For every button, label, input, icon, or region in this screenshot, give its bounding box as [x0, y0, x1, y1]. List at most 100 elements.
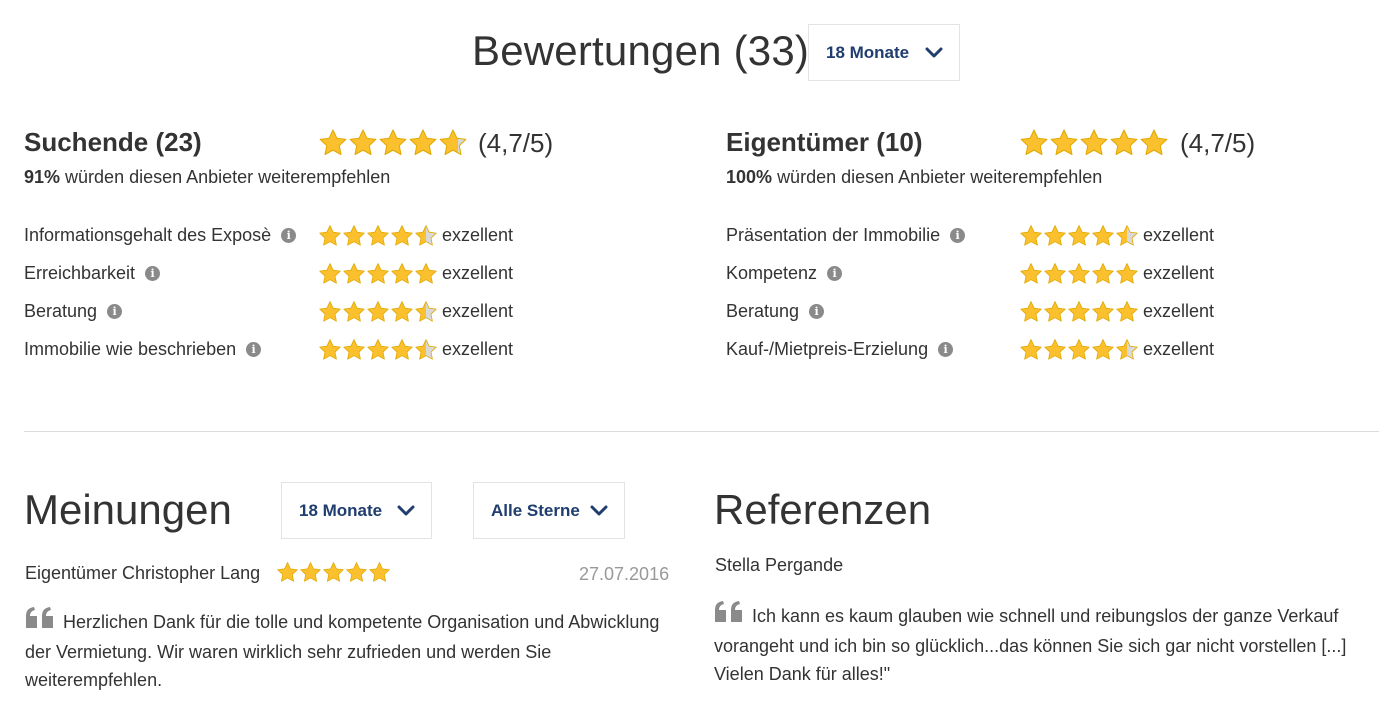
criteria-label: Erreichbarkeit i: [24, 263, 161, 284]
criteria-stars: [1019, 338, 1139, 362]
owners-recommend: 100% würden diesen Anbieter weiterempfeh…: [726, 167, 1102, 188]
star-icon: [319, 225, 341, 246]
star-icon: [1044, 301, 1066, 322]
star-icon: [319, 129, 347, 155]
criteria-label: Immobilie wie beschrieben i: [24, 339, 262, 360]
star-icon: [1050, 129, 1078, 155]
star-icon: [391, 263, 413, 284]
quote-icon: [25, 606, 55, 638]
review-author: Eigentümer Christopher Lang: [25, 563, 261, 583]
criteria-value: exzellent: [1143, 339, 1215, 359]
chevron-down-icon: [590, 505, 608, 517]
star-icon: [1110, 129, 1138, 155]
opinions-period-dropdown[interactable]: 18 Monate: [281, 482, 432, 539]
opinions-period-label: 18 Monate: [299, 500, 383, 520]
seekers-recommend: 91% würden diesen Anbieter weiterempfehl…: [24, 167, 390, 188]
star-icon: [379, 129, 407, 155]
star-icon: [319, 301, 341, 322]
criteria-label-text: Präsentation der Immobilie: [726, 225, 941, 245]
star-icon: [319, 339, 341, 360]
star-icon: [367, 301, 389, 322]
quote-icon: [714, 600, 744, 632]
seekers-recommend-percent: 91%: [24, 167, 61, 187]
reference-text: Ich kann es kaum glauben wie schnell und…: [714, 606, 1347, 684]
review-text: Herzlichen Dank für die tolle und kompet…: [25, 612, 660, 690]
star-icon: [1068, 263, 1090, 284]
criteria-value: exzellent: [1143, 225, 1215, 245]
star-icon: [369, 562, 390, 582]
star-icon: [415, 263, 437, 284]
star-icon: [409, 129, 437, 155]
star-icon: [1080, 129, 1108, 155]
criteria-label-text: Erreichbarkeit: [24, 263, 136, 283]
criteria-label-text: Beratung: [24, 301, 98, 321]
criteria-stars: [318, 338, 438, 362]
references-title: Referenzen: [714, 486, 932, 533]
star-icon: [367, 339, 389, 360]
owners-recommend-text: würden diesen Anbieter weiterempfehlen: [777, 167, 1103, 187]
criteria-label: Kompetenz i: [726, 263, 843, 284]
info-icon[interactable]: i: [938, 342, 954, 357]
info-icon[interactable]: i: [809, 304, 825, 319]
chevron-down-icon: [397, 505, 415, 517]
criteria-label-text: Kauf-/Mietpreis-Erzielung: [726, 339, 929, 359]
criteria-value: exzellent: [442, 225, 514, 245]
star-icon: [1116, 301, 1138, 322]
criteria-label-text: Informationsgehalt des Exposè: [24, 225, 272, 245]
criteria-value: exzellent: [442, 301, 514, 321]
star-icon: [1068, 225, 1090, 246]
star-icon: [1092, 339, 1114, 360]
star-icon: [1092, 263, 1114, 284]
seekers-recommend-text: würden diesen Anbieter weiterempfehlen: [65, 167, 391, 187]
criteria-label-text: Kompetenz: [726, 263, 818, 283]
chevron-down-icon: [925, 47, 943, 59]
seekers-overall-stars: [318, 128, 468, 158]
star-icon: [277, 562, 298, 582]
star-icon: [1116, 339, 1138, 360]
star-icon: [343, 263, 365, 284]
star-icon: [300, 562, 321, 582]
info-icon[interactable]: i: [950, 228, 966, 243]
criteria-value: exzellent: [1143, 263, 1215, 283]
seekers-title: Suchende (23): [24, 127, 202, 157]
criteria-value: exzellent: [442, 263, 514, 283]
owners-recommend-percent: 100%: [726, 167, 773, 187]
star-icon: [319, 263, 341, 284]
review-date: 27.07.2016: [579, 564, 670, 584]
owners-title: Eigentümer (10): [726, 127, 923, 157]
star-icon: [415, 339, 437, 360]
period-dropdown[interactable]: 18 Monate: [808, 24, 960, 81]
opinions-stars-dropdown[interactable]: Alle Sterne: [473, 482, 625, 539]
criteria-stars: [1019, 300, 1139, 324]
owners-score: (4,7/5): [1180, 128, 1256, 158]
review-quote: Herzlichen Dank für die tolle und kompet…: [25, 606, 685, 694]
star-icon: [1020, 129, 1048, 155]
criteria-stars: [1019, 262, 1139, 286]
star-icon: [415, 225, 437, 246]
star-icon: [439, 129, 467, 155]
owners-overall-stars: [1019, 128, 1169, 158]
seekers-score: (4,7/5): [478, 128, 554, 158]
page-title: Bewertungen (33): [472, 27, 810, 74]
reference-author: Stella Pergande: [715, 555, 844, 575]
criteria-label: Beratung i: [24, 301, 123, 322]
criteria-stars: [318, 300, 438, 324]
criteria-stars: [318, 262, 438, 286]
star-icon: [1044, 263, 1066, 284]
star-icon: [1116, 225, 1138, 246]
opinions-title: Meinungen: [24, 486, 232, 533]
criteria-label: Beratung i: [726, 301, 825, 322]
info-icon[interactable]: i: [145, 266, 161, 281]
criteria-stars: [1019, 224, 1139, 248]
info-icon[interactable]: i: [107, 304, 123, 319]
opinions-stars-label: Alle Sterne: [491, 500, 580, 520]
review-stars: [276, 561, 391, 584]
star-icon: [1068, 339, 1090, 360]
star-icon: [1092, 225, 1114, 246]
criteria-label: Kauf-/Mietpreis-Erzielung i: [726, 339, 954, 360]
info-icon[interactable]: i: [281, 228, 297, 243]
criteria-label-text: Beratung: [726, 301, 800, 321]
info-icon[interactable]: i: [246, 342, 262, 357]
info-icon[interactable]: i: [827, 266, 843, 281]
star-icon: [1116, 263, 1138, 284]
